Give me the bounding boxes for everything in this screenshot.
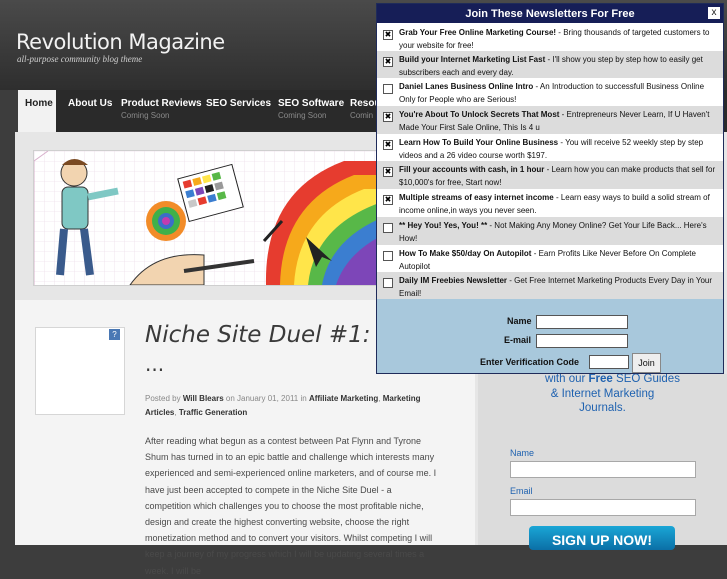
sidebar-name-label: Name: [510, 448, 535, 458]
popup-name-label: Name: [507, 316, 532, 326]
nav-item-product-reviews[interactable]: Product Reviews Coming Soon: [121, 90, 202, 132]
sidebar-email-label: Email: [510, 486, 533, 496]
site-title[interactable]: Revolution Magazine: [16, 30, 225, 54]
nav-item-seo-services[interactable]: SEO Services: [206, 90, 271, 132]
newsletter-item: ✖ Multiple streams of easy internet incom…: [377, 189, 723, 217]
newsletter-checkbox[interactable]: [383, 278, 393, 288]
sidebar-name-input[interactable]: [510, 461, 696, 478]
header-banner-image: [33, 150, 380, 286]
nav-item-home[interactable]: Home: [18, 90, 56, 132]
sidebar-email-input[interactable]: [510, 499, 696, 516]
popup-title: Join These Newsletters For Free: [377, 4, 723, 23]
newsletter-item: ✖ You're About To Unlock Secrets That Mos…: [377, 106, 723, 134]
sidebar-promo-text: with our Free SEO Guides & Internet Mark…: [478, 372, 727, 416]
newsletter-item: Daily IM Freebies Newsletter - Get Free …: [377, 272, 723, 299]
newsletter-checkbox[interactable]: ✖: [383, 195, 393, 205]
post-author-link[interactable]: Will Blears: [183, 394, 224, 403]
post-body: After reading what begun as a contest be…: [145, 436, 437, 576]
newsletter-item: ** Hey You! Yes, You! ** - Not Making An…: [377, 217, 723, 245]
signup-button[interactable]: SIGN UP NOW!: [529, 526, 675, 550]
category-link-traffic-generation[interactable]: Traffic Generation: [179, 408, 247, 417]
newsletter-checkbox[interactable]: ✖: [383, 112, 393, 122]
newsletter-name: Grab Your Free Online Marketing Course!: [399, 28, 557, 37]
newsletter-name: Learn How To Build Your Online Business: [399, 138, 559, 147]
meta-date: on January 01, 2011 in: [225, 394, 307, 403]
promo-free: Free: [588, 373, 613, 385]
promo-line: with our: [545, 373, 586, 385]
join-button[interactable]: Join: [632, 353, 661, 373]
close-icon[interactable]: x: [708, 7, 720, 19]
popup-email-label: E-mail: [504, 335, 532, 345]
banner-illustration: [34, 151, 379, 285]
newsletter-name: How To Make $50/day On Autopilot: [399, 249, 532, 258]
newsletter-name: ** Hey You! Yes, You! **: [399, 221, 488, 230]
newsletter-name: Build your Internet Marketing List Fast: [399, 55, 546, 64]
newsletter-checkbox[interactable]: ✖: [383, 140, 393, 150]
newsletter-item: ✖ Grab Your Free Online Marketing Course!…: [377, 24, 723, 51]
newsletter-name: Daily IM Freebies Newsletter: [399, 276, 508, 285]
site-tagline: all-purpose community blog theme: [17, 54, 143, 64]
popup-email-input[interactable]: [536, 334, 628, 348]
newsletter-name: Daniel Lanes Business Online Intro: [399, 82, 534, 91]
meta-posted-by: Posted by: [145, 394, 181, 403]
post-title[interactable]: Niche Site Duel #1: I a: [145, 322, 406, 348]
newsletter-item: Daniel Lanes Business Online Intro - An …: [377, 78, 723, 106]
newsletter-checkbox[interactable]: [383, 84, 393, 94]
newsletter-checkbox[interactable]: [383, 223, 393, 233]
category-link-affiliate-marketing[interactable]: Affiliate Marketing: [309, 394, 378, 403]
nav-label: About Us: [68, 98, 113, 109]
post-title-continued: ...: [145, 352, 165, 376]
newsletter-name: Fill your accounts with cash, in 1 hour: [399, 165, 545, 174]
newsletter-item: ✖ Learn How To Build Your Online Business…: [377, 134, 723, 161]
newsletter-checkbox[interactable]: [383, 251, 393, 261]
nav-sublabel: Coming Soon: [278, 111, 327, 120]
nav-label: SEO Services: [206, 98, 272, 109]
newsletter-name: You're About To Unlock Secrets That Most: [399, 110, 560, 119]
promo-line: SEO Guides: [616, 373, 680, 385]
promo-line: & Internet Marketing: [550, 387, 655, 400]
post-thumbnail: [35, 327, 125, 415]
nav-label: Product Reviews: [121, 98, 202, 109]
newsletter-name: Multiple streams of easy internet income: [399, 193, 554, 202]
newsletter-checkbox[interactable]: ✖: [383, 57, 393, 67]
popup-verify-label: Enter Verification Code: [480, 357, 580, 367]
newsletter-checkbox[interactable]: ✖: [383, 30, 393, 40]
verification-code-input[interactable]: [589, 355, 629, 369]
nav-sublabel: Coming Soon: [121, 111, 170, 120]
newsletter-item: How To Make $50/day On Autopilot - Earn …: [377, 245, 723, 272]
newsletter-item: ✖ Fill your accounts with cash, in 1 hour…: [377, 161, 723, 189]
nav-label: SEO Software: [278, 98, 345, 109]
nav-item-seo-software[interactable]: SEO Software Coming Soon: [278, 90, 344, 132]
newsletter-checkbox[interactable]: ✖: [383, 167, 393, 177]
popup-name-input[interactable]: [536, 315, 628, 329]
nav-item-about-us[interactable]: About Us: [68, 90, 112, 132]
post-meta: Posted by Will Blears on January 01, 201…: [145, 394, 421, 417]
help-icon[interactable]: ?: [109, 329, 120, 340]
nav-label: Home: [25, 98, 53, 109]
promo-line: Journals.: [579, 402, 626, 414]
newsletter-item: ✖ Build your Internet Marketing List Fast…: [377, 51, 723, 78]
